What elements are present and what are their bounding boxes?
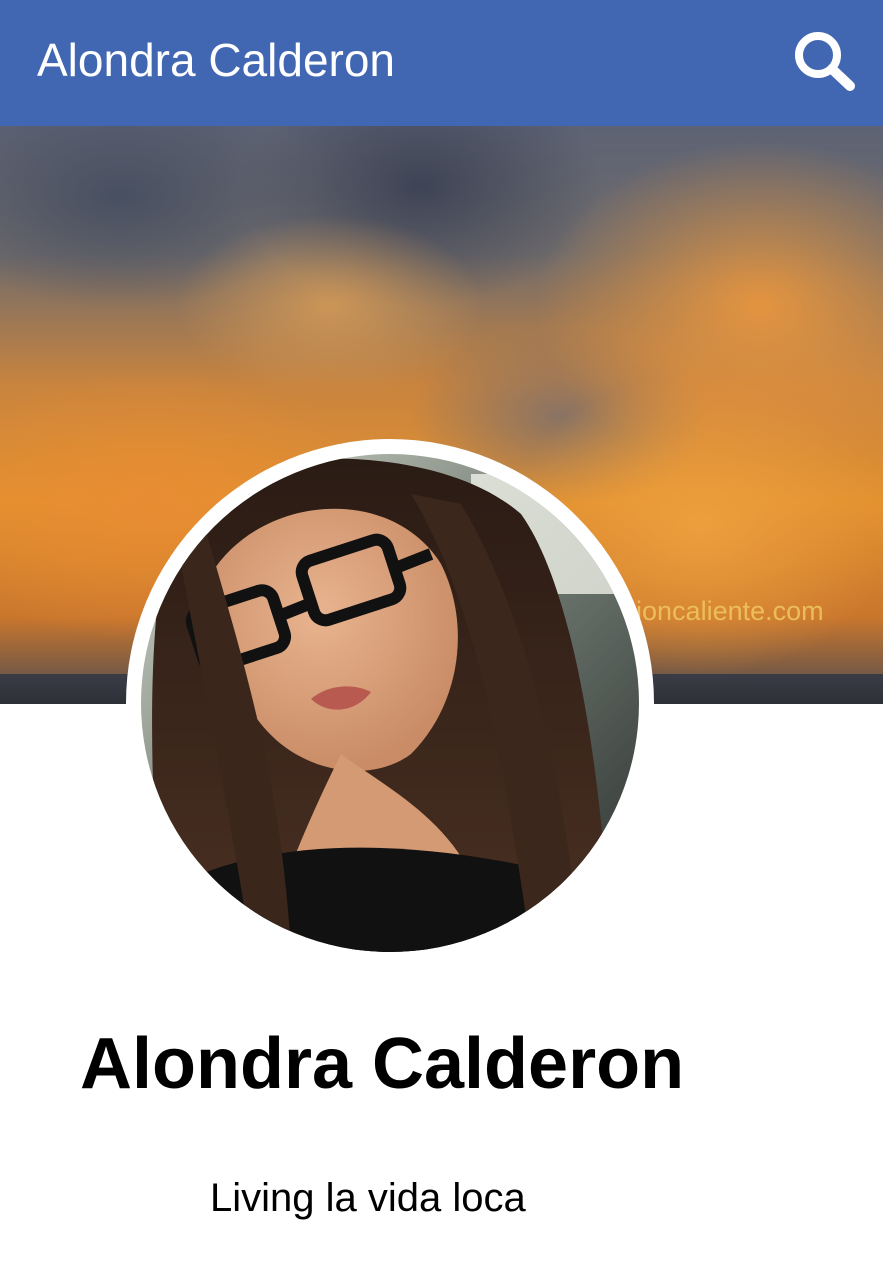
profile-photo <box>141 454 639 952</box>
top-bar: Alondra Calderon <box>0 0 883 126</box>
profile-bio: Living la vida loca <box>210 1176 526 1220</box>
profile-name: Alondra Calderon <box>80 1024 685 1104</box>
search-icon[interactable] <box>790 28 860 94</box>
header-title: Alondra Calderon <box>37 34 396 86</box>
profile-avatar[interactable] <box>141 454 639 952</box>
